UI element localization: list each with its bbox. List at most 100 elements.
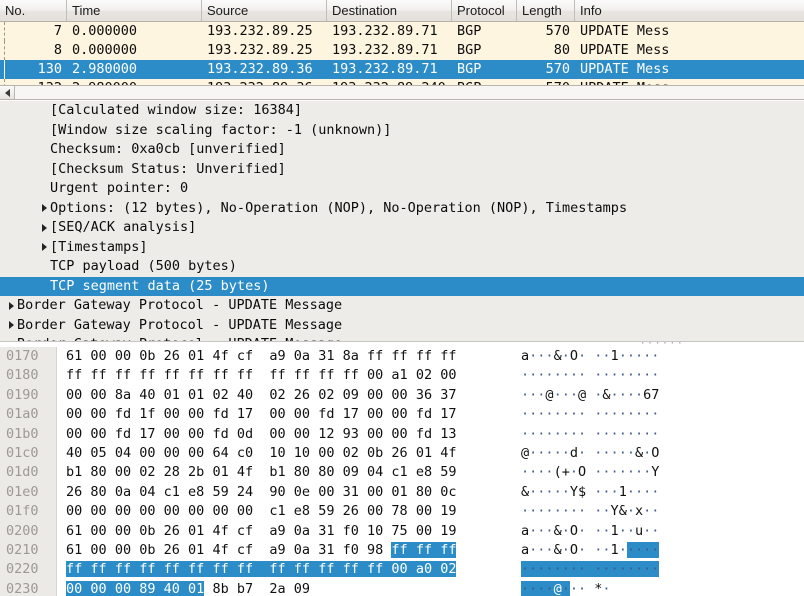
hex-ascii[interactable]: &·····Y$ ···1···· xyxy=(521,483,659,502)
packet-row-marker-icon xyxy=(0,22,9,41)
hex-ascii[interactable]: ····@··· *· xyxy=(521,580,611,596)
detail-tree-row[interactable]: Checksum: 0xa0cb [unverified] xyxy=(0,140,804,160)
hex-bytes[interactable]: 61 00 00 0b 26 01 4f cf a9 0a 31 f0 98 f… xyxy=(66,541,457,560)
hex-bytes[interactable]: 61 00 00 0b 26 01 4f cf a9 0a 31 8a ff f… xyxy=(66,347,456,366)
hex-bytes[interactable]: 26 80 0a 04 c1 e8 59 24 90 0e 00 31 00 0… xyxy=(66,483,456,502)
detail-tree-row[interactable]: Border Gateway Protocol - UPDATE Message xyxy=(0,296,804,316)
hex-offset: 01b0 xyxy=(6,425,39,442)
hex-bytes[interactable]: 00 00 8a 40 01 01 02 40 02 26 02 09 00 0… xyxy=(66,386,456,405)
hex-bytes[interactable]: b1 80 00 02 28 2b 01 4f b1 80 80 09 04 c… xyxy=(66,463,456,482)
hex-ascii[interactable]: a···&·O· ··1····· xyxy=(521,541,660,560)
hex-dump-row[interactable]: 01c0 40 05 04 00 00 00 64 c0 10 10 00 02 … xyxy=(0,444,804,463)
packet-cell-time: 0.000000 xyxy=(72,42,138,58)
column-header-time[interactable]: Time xyxy=(67,0,202,21)
packet-bytes-pane[interactable]: 0170 61 00 00 0b 26 01 4f cf a9 0a 31 8a … xyxy=(0,347,804,596)
hex-dump-row[interactable]: 01d0 b1 80 00 02 28 2b 01 4f b1 80 80 09 … xyxy=(0,463,804,482)
hex-bytes[interactable]: 00 00 00 89 40 01 8b b7 2a 09 xyxy=(66,580,310,596)
detail-row-label: Urgent pointer: 0 xyxy=(50,180,189,196)
column-header-source[interactable]: Source xyxy=(202,0,327,21)
expand-triangle-icon[interactable] xyxy=(39,223,50,232)
packet-list-pane[interactable]: No. Time Source Destination Protocol Length In… xyxy=(0,0,804,85)
hex-dump-row[interactable]: 01b0 00 00 fd 17 00 00 fd 0d 00 00 12 93 … xyxy=(0,425,804,444)
hex-bytes[interactable]: 40 05 04 00 00 00 64 c0 10 10 00 02 0b 2… xyxy=(66,444,456,463)
detail-tree-row[interactable]: [Window size scaling factor: -1 (unknown… xyxy=(0,121,804,141)
detail-tree-row[interactable]: [Calculated window size: 16384] xyxy=(0,101,804,121)
hex-dump-row[interactable]: 0230 00 00 00 89 40 01 8b b7 2a 09 ····@··… xyxy=(0,580,804,596)
hex-ascii[interactable]: ········ ········ xyxy=(521,366,659,385)
hex-ascii[interactable]: ········ ··Y&·x·· xyxy=(521,502,659,521)
detail-tree-row[interactable]: [SEQ/ACK analysis] xyxy=(0,218,804,238)
hex-dump-row[interactable]: 0190 00 00 8a 40 01 01 02 40 02 26 02 09 … xyxy=(0,386,804,405)
hex-dump-row[interactable]: 0220 ff ff ff ff ff ff ff ff ff ff ff ff … xyxy=(0,560,804,579)
scroll-left-arrow-icon[interactable] xyxy=(0,86,15,99)
hex-offset: 0210 xyxy=(6,541,39,558)
expand-triangle-icon[interactable] xyxy=(6,321,17,330)
hex-bytes[interactable]: ff ff ff ff ff ff ff ff ff ff ff ff ff 0… xyxy=(66,560,457,579)
packet-cell-length: 570 xyxy=(545,61,570,77)
hex-ascii[interactable]: a···&·O· ··1··u·· xyxy=(521,522,659,541)
detail-tree-row[interactable]: Urgent pointer: 0 xyxy=(0,179,804,199)
packet-cell-destination: 193.232.89.71 xyxy=(332,61,438,77)
packet-cell-source: 193.232.89.25 xyxy=(207,23,313,39)
detail-tree-row[interactable]: [Checksum Status: Unverified] xyxy=(0,160,804,180)
packet-cell-source: 193.232.89.25 xyxy=(207,42,313,58)
packet-cell-info: UPDATE Mess xyxy=(580,42,670,58)
packet-cell-protocol: BGP xyxy=(457,23,482,39)
wireshark-window: No. Time Source Destination Protocol Length In… xyxy=(0,0,804,596)
splitter-grip-icon[interactable]: ······ xyxy=(640,340,683,349)
hex-ascii[interactable]: ···@···@ ·&····67 xyxy=(521,386,659,405)
hex-dump-row[interactable]: 0200 61 00 00 0b 26 01 4f cf a9 0a 31 f0 … xyxy=(0,522,804,541)
hex-ascii[interactable]: ········ ········ xyxy=(521,560,660,579)
hex-bytes[interactable]: 61 00 00 0b 26 01 4f cf a9 0a 31 f0 10 7… xyxy=(66,522,456,541)
hex-bytes[interactable]: 00 00 fd 1f 00 00 fd 17 00 00 fd 17 00 0… xyxy=(66,405,456,424)
hex-dump-row[interactable]: 01f0 00 00 00 00 00 00 00 00 c1 e8 59 26 … xyxy=(0,502,804,521)
hex-offset: 01d0 xyxy=(6,464,39,481)
column-header-protocol[interactable]: Protocol xyxy=(452,0,517,21)
hex-dump-row[interactable]: 01a0 00 00 fd 1f 00 00 fd 17 00 00 fd 17 … xyxy=(0,405,804,424)
hex-offset: 0170 xyxy=(6,348,39,364)
packet-row-marker-icon xyxy=(0,41,9,60)
hex-bytes[interactable]: ff ff ff ff ff ff ff ff ff ff ff ff 00 a… xyxy=(66,366,456,385)
hex-offset: 01e0 xyxy=(6,483,39,500)
expand-triangle-icon[interactable] xyxy=(6,301,17,310)
packet-row-marker-icon xyxy=(0,60,9,79)
hex-bytes[interactable]: 00 00 fd 17 00 00 fd 0d 00 00 12 93 00 0… xyxy=(66,425,456,444)
detail-row-label: [Checksum Status: Unverified] xyxy=(50,160,286,177)
column-header-no[interactable]: No. xyxy=(0,0,67,21)
detail-row-label: Options: (12 bytes), No-Operation (NOP),… xyxy=(50,199,628,216)
detail-tree-row[interactable]: Border Gateway Protocol - UPDATE Message xyxy=(0,316,804,336)
packet-list-row[interactable]: 8 0.000000 193.232.89.25 193.232.89.71 BGP 80… xyxy=(0,41,804,60)
detail-tree-row[interactable]: [Timestamps] xyxy=(0,238,804,258)
packet-cell-destination: 193.232.89.71 xyxy=(332,23,438,39)
hex-dump-row[interactable]: 0210 61 00 00 0b 26 01 4f cf a9 0a 31 f0 … xyxy=(0,541,804,560)
hex-dump-row[interactable]: 0170 61 00 00 0b 26 01 4f cf a9 0a 31 8a … xyxy=(0,347,804,366)
detail-row-label: Border Gateway Protocol - UPDATE Message xyxy=(17,297,343,313)
packet-list-rows[interactable]: 7 0.000000 193.232.89.25 193.232.89.71 BGP 57… xyxy=(0,22,804,85)
hex-offset: 01f0 xyxy=(6,503,39,520)
hex-ascii[interactable]: @·····d· ·····&·O xyxy=(521,444,659,463)
hex-ascii[interactable]: a···&·O· ··1····· xyxy=(521,347,659,366)
expand-triangle-icon[interactable] xyxy=(39,243,50,252)
packet-detail-pane[interactable]: [Calculated window size: 16384] [Window s… xyxy=(0,101,804,341)
detail-tree-row[interactable]: TCP segment data (25 bytes) xyxy=(0,276,804,296)
hex-ascii[interactable]: ········ ········ xyxy=(521,405,659,424)
packet-list-horizontal-scrollbar[interactable] xyxy=(0,85,804,100)
hex-dump-row[interactable]: 0180 ff ff ff ff ff ff ff ff ff ff ff ff … xyxy=(0,366,804,385)
packet-list-row[interactable]: 7 0.000000 193.232.89.25 193.232.89.71 BGP 57… xyxy=(0,22,804,41)
column-header-info[interactable]: Info xyxy=(575,0,804,21)
detail-tree-row[interactable]: Options: (12 bytes), No-Operation (NOP),… xyxy=(0,199,804,219)
scrollbar-track[interactable] xyxy=(15,86,804,99)
packet-list-row[interactable]: 130 2.980000 193.232.89.36 193.232.89.71 BGP… xyxy=(0,60,804,79)
hex-bytes[interactable]: 00 00 00 00 00 00 00 00 c1 e8 59 26 00 7… xyxy=(66,502,456,521)
hex-ascii[interactable]: ········ ········ xyxy=(521,425,659,444)
packet-cell-time: 2.980000 xyxy=(72,61,138,77)
hex-rows[interactable]: 0170 61 00 00 0b 26 01 4f cf a9 0a 31 8a … xyxy=(0,347,804,596)
detail-tree-row[interactable]: TCP payload (500 bytes) xyxy=(0,257,804,277)
column-header-destination[interactable]: Destination xyxy=(327,0,452,21)
hex-dump-row[interactable]: 01e0 26 80 0a 04 c1 e8 59 24 90 0e 00 31 … xyxy=(0,483,804,502)
expand-triangle-icon[interactable] xyxy=(39,204,50,213)
column-header-length[interactable]: Length xyxy=(517,0,575,21)
packet-cell-protocol: BGP xyxy=(457,42,482,58)
detail-row-label: [Window size scaling factor: -1 (unknown… xyxy=(50,121,392,138)
hex-ascii[interactable]: ····(+·O ·······Y xyxy=(521,463,659,482)
